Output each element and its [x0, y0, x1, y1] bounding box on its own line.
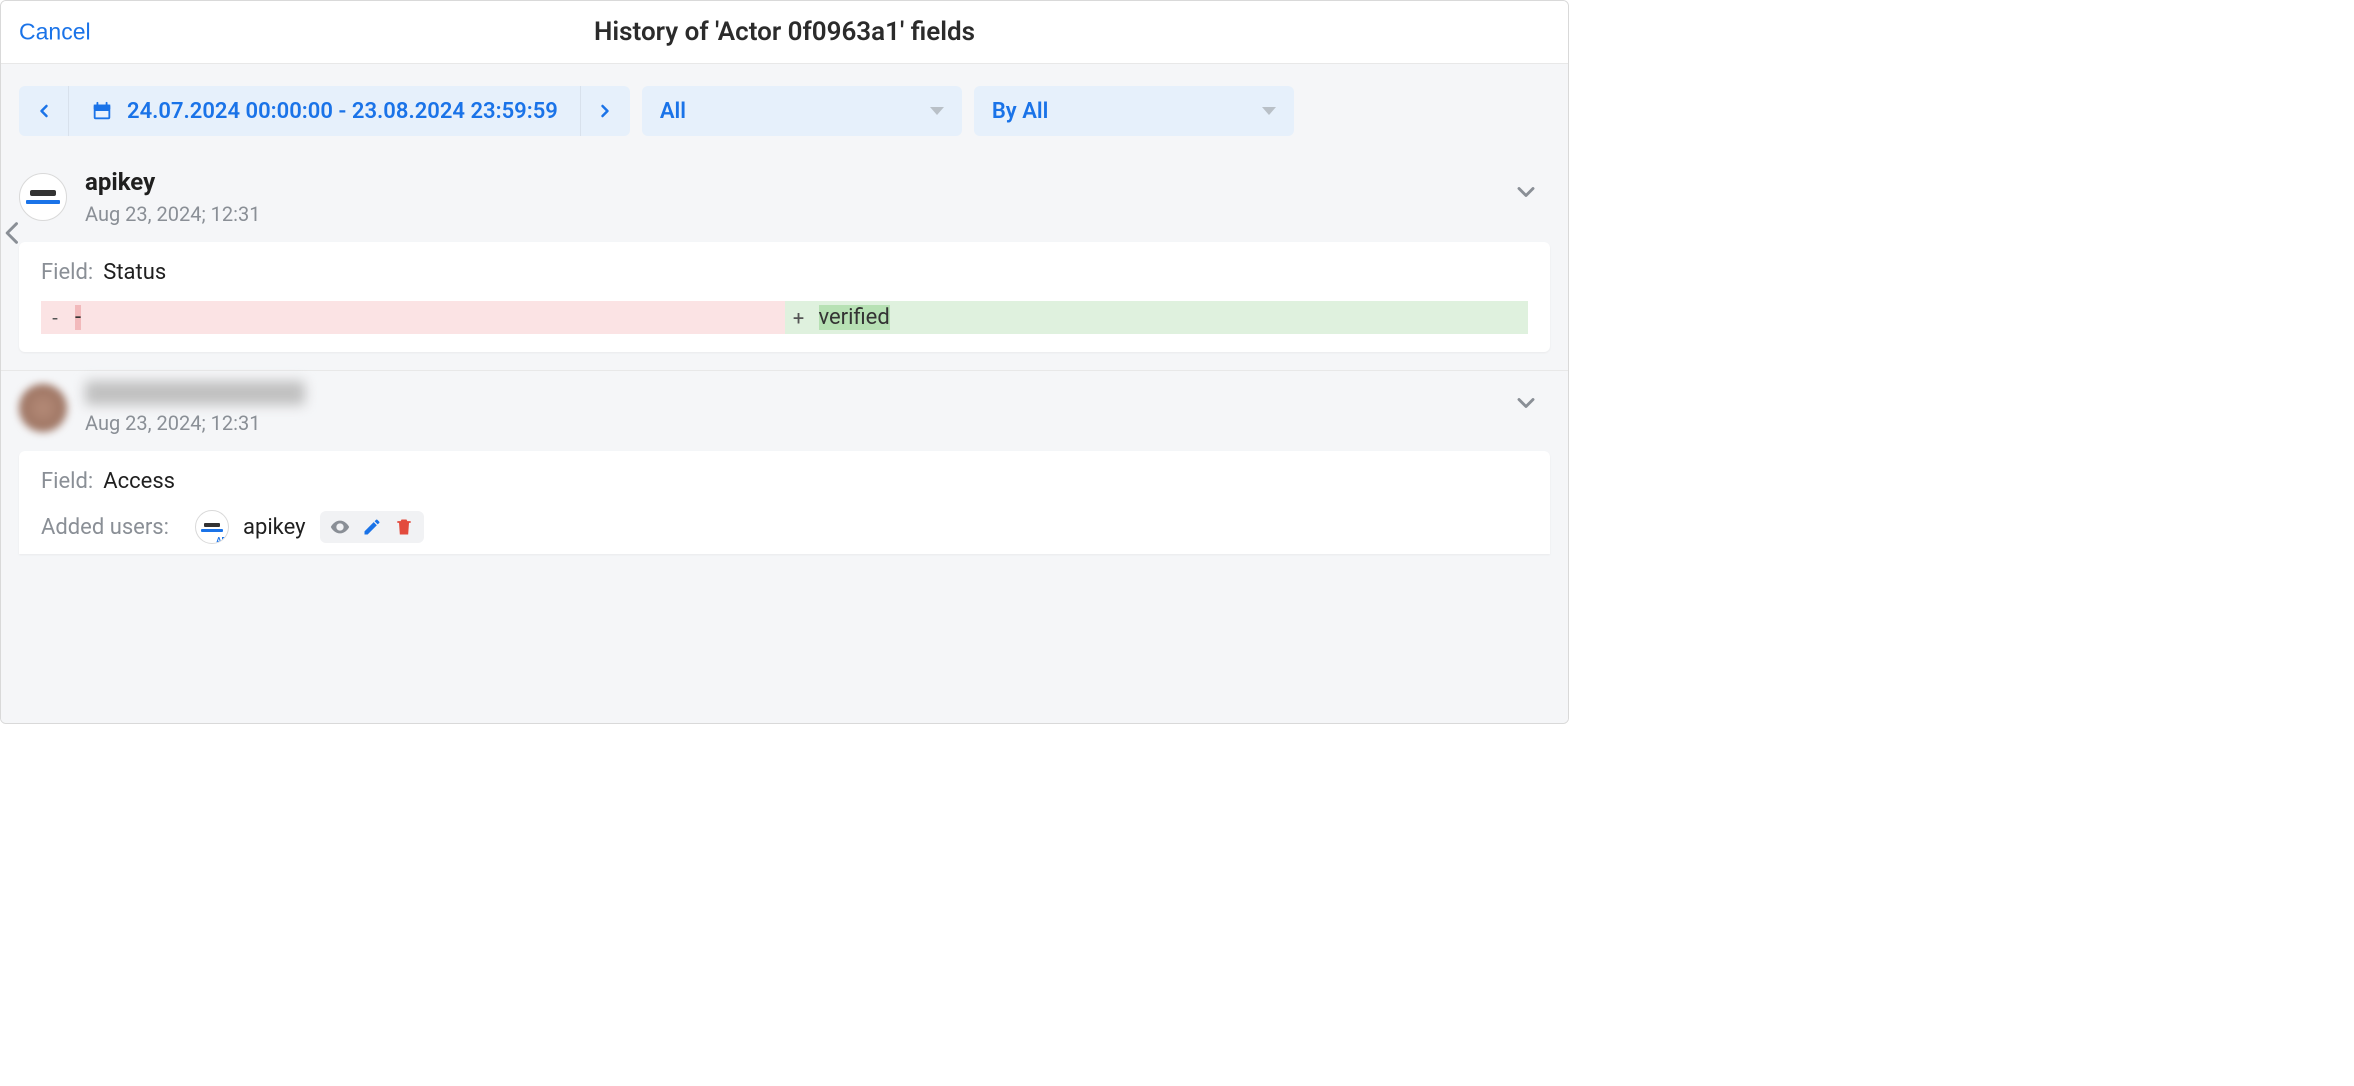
collapse-toggle[interactable]	[1512, 178, 1540, 212]
diff-removed: - -	[41, 301, 785, 334]
date-range-group: 24.07.2024 00:00:00 - 23.08.2024 23:59:5…	[19, 86, 630, 136]
chevron-down-icon	[1512, 178, 1540, 206]
history-entry-card: Field: Access Added users: API apikey	[19, 451, 1550, 554]
dialog-header: Cancel History of 'Actor 0f0963a1' field…	[1, 1, 1568, 64]
chevron-left-icon	[1, 215, 27, 251]
field-name: Status	[103, 260, 166, 285]
permission-chips	[320, 511, 424, 543]
user-avatar-small: API	[195, 510, 229, 544]
history-entry-card: Field: Status - - + verified	[19, 242, 1550, 352]
date-next-button[interactable]	[580, 86, 630, 136]
field-filter-label: All	[660, 99, 686, 124]
user-info: Aug 23, 2024; 12:31	[85, 381, 305, 435]
filter-bar: 24.07.2024 00:00:00 - 23.08.2024 23:59:5…	[1, 64, 1568, 158]
user-name-blurred	[85, 381, 305, 405]
history-entry-header: apikey Aug 23, 2024; 12:31	[1, 158, 1568, 232]
cancel-button[interactable]: Cancel	[19, 19, 91, 46]
collapse-toggle[interactable]	[1512, 389, 1540, 423]
back-handle[interactable]	[1, 215, 27, 257]
dialog-title: History of 'Actor 0f0963a1' fields	[594, 17, 975, 47]
history-entry-header: Aug 23, 2024; 12:31	[1, 371, 1568, 441]
added-users-row: Added users: API apikey	[41, 510, 1528, 544]
diff-plus-icon: +	[785, 301, 813, 334]
field-name: Access	[103, 469, 175, 494]
diff-row: - - + verified	[41, 301, 1528, 334]
chevron-down-icon	[1512, 389, 1540, 417]
user-avatar-blurred	[19, 384, 67, 432]
user-avatar	[19, 173, 67, 221]
field-label: Field:	[41, 469, 93, 494]
date-range-text: 24.07.2024 00:00:00 - 23.08.2024 23:59:5…	[127, 99, 558, 124]
dropdown-caret-icon	[1262, 107, 1276, 115]
history-dialog: Cancel History of 'Actor 0f0963a1' field…	[0, 0, 1569, 724]
trash-icon	[392, 515, 416, 539]
api-avatar-icon	[20, 174, 66, 220]
chevron-left-icon	[34, 101, 54, 121]
eye-icon	[328, 515, 352, 539]
user-filter-label: By All	[992, 99, 1048, 124]
diff-minus-icon: -	[41, 301, 69, 334]
added-user-name: apikey	[243, 515, 306, 540]
field-filter-select[interactable]: All	[642, 86, 962, 136]
added-users-label: Added users:	[41, 515, 181, 540]
entry-timestamp: Aug 23, 2024; 12:31	[85, 202, 261, 226]
chevron-right-icon	[595, 101, 615, 121]
user-filter-select[interactable]: By All	[974, 86, 1294, 136]
user-name: apikey	[85, 168, 261, 196]
diff-added-text: verified	[819, 305, 890, 330]
diff-added: + verified	[785, 301, 1529, 334]
dialog-content: 24.07.2024 00:00:00 - 23.08.2024 23:59:5…	[1, 64, 1568, 723]
entry-timestamp: Aug 23, 2024; 12:31	[85, 411, 305, 435]
date-range-picker[interactable]: 24.07.2024 00:00:00 - 23.08.2024 23:59:5…	[69, 86, 580, 136]
field-label: Field:	[41, 260, 93, 285]
field-row: Field: Status	[41, 260, 1528, 285]
dropdown-caret-icon	[930, 107, 944, 115]
pencil-icon	[360, 515, 384, 539]
field-row: Field: Access	[41, 469, 1528, 494]
calendar-icon	[91, 100, 113, 122]
date-prev-button[interactable]	[19, 86, 69, 136]
user-info: apikey Aug 23, 2024; 12:31	[85, 168, 261, 226]
diff-removed-text: -	[75, 305, 81, 330]
